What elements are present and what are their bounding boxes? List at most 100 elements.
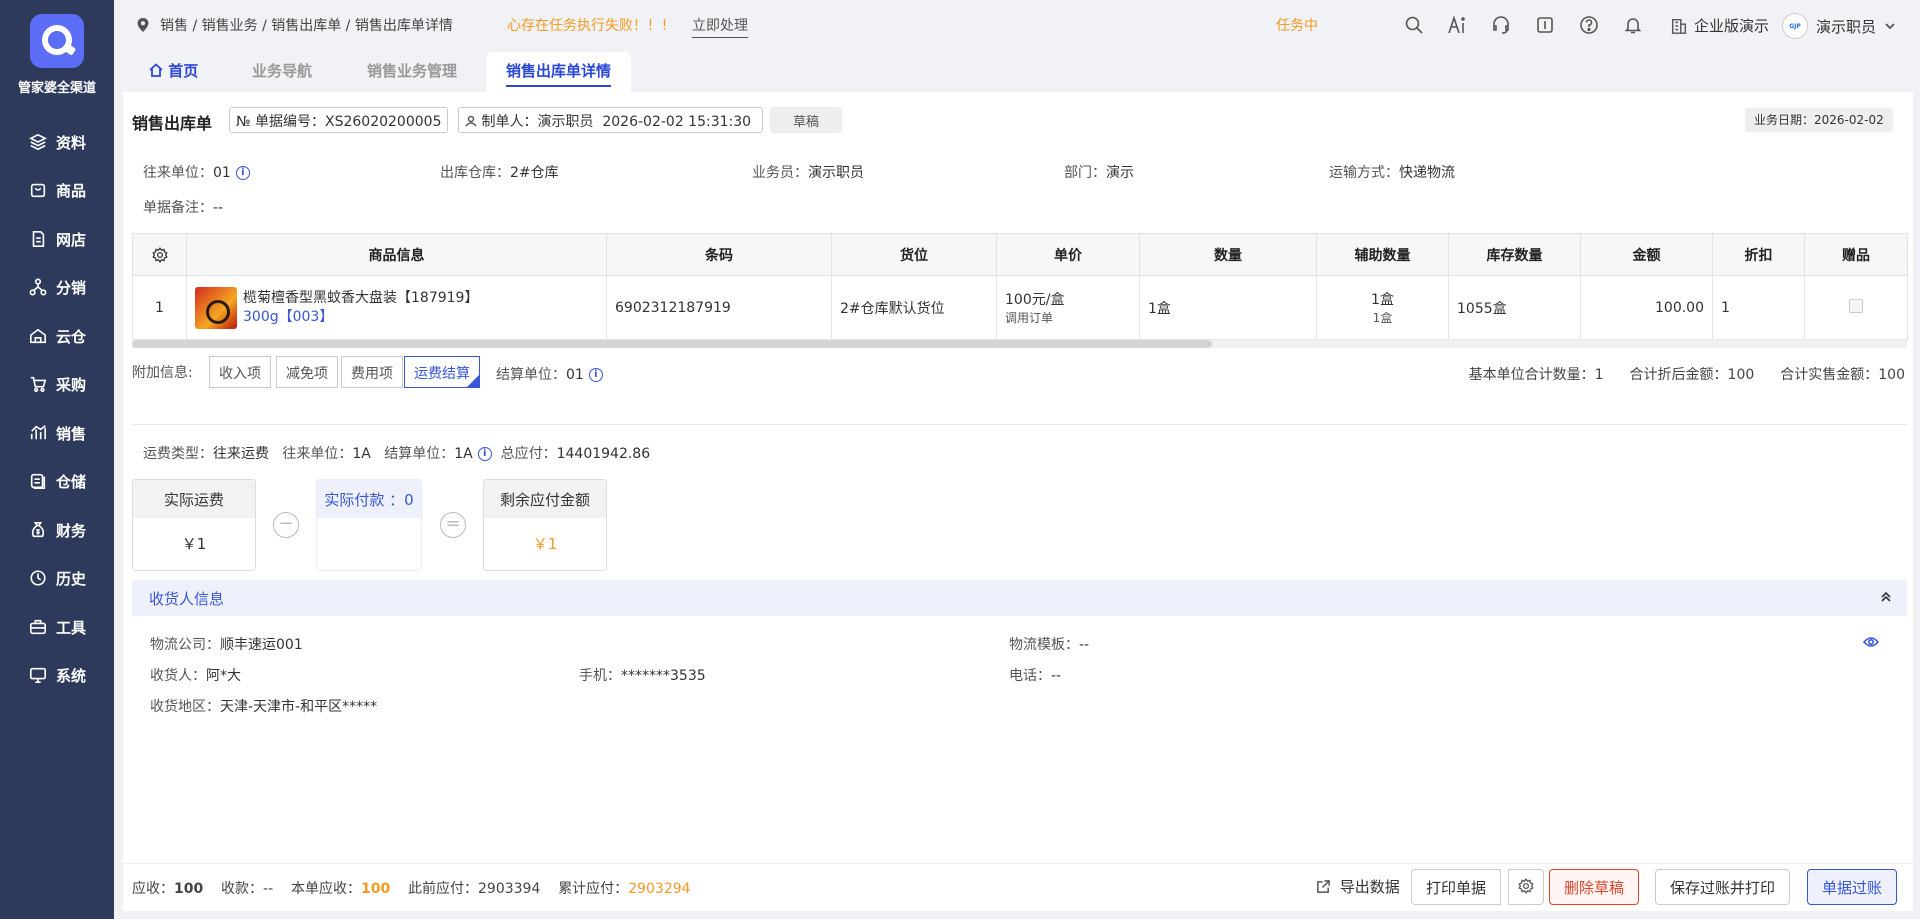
chevron-down-icon [1885,23,1895,30]
customer-service-icon[interactable] [1491,15,1511,35]
sidebar-item-finance[interactable]: 财务 [0,512,114,548]
print-button[interactable]: 打印单据 [1411,869,1502,905]
avatar: GJP [1782,13,1808,39]
tab-expense[interactable]: 费用项 [341,356,403,388]
minus-icon: − [273,512,299,538]
info-icon[interactable]: i [477,447,492,461]
product-spec: 300g【003】 [243,308,334,325]
sidebar-item-purchase[interactable]: 采购 [0,366,114,402]
tab-sales-outbound-detail[interactable]: 销售出库单详情 [486,52,632,92]
notification-bell-icon[interactable] [1623,15,1643,35]
manual-book-icon[interactable] [1535,15,1555,35]
sidebar-item-history[interactable]: 历史 [0,560,114,596]
template-field: 物流模板：-- [1009,637,1090,653]
post-document-button[interactable]: 单据过账 [1807,869,1898,905]
sidebar-item-storage[interactable]: 仓储 [0,463,114,499]
col-header[interactable]: 金额 [1580,233,1713,276]
sales-chart-icon [30,425,47,440]
cart-icon [30,376,47,393]
save-post-print-button[interactable]: 保存过账并打印 [1655,869,1791,905]
ai-assistant-icon[interactable] [1447,15,1467,35]
consignee-header[interactable]: 收货人信息 [132,580,1907,616]
task-failure-warning: 心存在任务执行失败！！！ [507,18,675,34]
region-field: 收货地区：天津-天津市-和平区***** [150,699,378,715]
tab-home[interactable]: 首页 [129,52,218,92]
sidebar-item-cloud-warehouse[interactable]: 云仓 [0,318,114,354]
summary-bar: 基本单位合计数量：1 合计折后金额：100 合计实售金额：100 [1469,364,1905,384]
sum-actual-sale: 合计实售金额：100 [1780,367,1905,383]
eye-icon[interactable] [1863,635,1879,649]
location-pin-icon [137,18,149,32]
col-header[interactable]: 商品信息 [186,233,607,276]
tab-freight-settlement[interactable]: 运费结算 [404,356,480,388]
horizontal-scrollbar[interactable] [132,340,1907,348]
history-icon [30,570,46,586]
toolbox-icon [29,619,47,635]
col-header[interactable]: 单价 [996,233,1140,276]
handle-now-link[interactable]: 立即处理 [692,15,748,38]
delete-draft-button[interactable]: 删除草稿 [1549,869,1640,905]
attach-label: 附加信息: [132,365,193,381]
main-panel: 销售出库单 № 单据编号：XS26020200005 制单人：演示职员 2026… [123,92,1913,910]
price-cell: 100元/盒 调用订单 [996,275,1140,340]
col-header[interactable]: 数量 [1139,233,1317,276]
sidebar-item-distribution[interactable]: 分销 [0,269,114,305]
row-index: 1 [132,275,187,340]
chevron-double-up-icon[interactable] [1879,590,1893,604]
sidebar-item-system[interactable]: 系统 [0,657,114,693]
col-header[interactable]: 辅助数量 [1316,233,1449,276]
product-cell[interactable]: 榄菊檀香型黑蚊香大盘装【187919】 300g【003】 [186,275,607,340]
page-tabs: 首页 业务导航 销售业务管理 销售出库单详情 [114,52,1920,92]
department-field: 部门：演示 [1064,165,1134,181]
tab-income[interactable]: 收入项 [209,356,271,388]
app-logo[interactable] [30,14,84,68]
document-icon [32,230,45,248]
partner-field: 往来单位：01 i [143,162,250,182]
sidebar-item-goods[interactable]: 商品 [0,172,114,208]
product-image[interactable] [195,286,237,329]
sidebar-item-tools[interactable]: 工具 [0,609,114,645]
help-icon[interactable] [1579,15,1599,35]
goods-table: 商品信息 条码 货位 单价 数量 辅助数量 库存数量 金额 折扣 赠品 1 榄菊… [132,233,1908,340]
tab-business-nav[interactable]: 业务导航 [232,52,332,92]
amount-cell: 100.00 [1580,275,1713,340]
search-icon[interactable] [1404,15,1424,35]
business-date: 业务日期：2026-02-02 [1745,108,1893,132]
scrollbar-thumb[interactable] [132,340,1212,348]
user-menu[interactable]: GJP 演示职员 [1782,13,1896,39]
edition-switch[interactable]: 企业版演示 [1670,15,1769,36]
sidebar-item-store[interactable]: 网店 [0,221,114,257]
sidebar-item-sales[interactable]: 销售 [0,415,114,451]
selected-corner-mark [467,375,479,387]
col-header[interactable]: 货位 [831,233,997,276]
col-header[interactable]: 条码 [606,233,832,276]
info-icon[interactable]: i [588,368,603,382]
col-header[interactable]: 赠品 [1804,233,1908,276]
doc-number-chip: № 单据编号：XS26020200005 [229,107,449,133]
col-header[interactable]: 折扣 [1712,233,1805,276]
stock-cell: 1055盒 [1448,275,1581,340]
sidebar: 管家婆全渠道 资料 商品 网店 分销 云仓 采购 销售 仓储 财务 历史 工具 … [0,0,114,919]
col-header[interactable]: 库存数量 [1448,233,1581,276]
tab-sales-management[interactable]: 销售业务管理 [347,52,477,92]
task-status[interactable]: 任务中 [1276,15,1318,35]
export-data-button[interactable]: 导出数据 [1312,869,1414,905]
freight-summary: 运费类型：往来运费 往来单位：1A 结算单位：1A i 总应付：14401942.… [143,446,651,462]
print-settings-button[interactable] [1508,869,1544,905]
gear-icon [151,246,168,263]
discount-cell: 1 [1712,275,1805,340]
sum-base-qty: 基本单位合计数量：1 [1468,367,1604,383]
logistics-field: 物流公司：顺丰速运001 [150,637,303,653]
sidebar-item-data[interactable]: 资料 [0,124,114,160]
location-cell: 2#仓库默认货位 [831,275,997,340]
tab-deduction[interactable]: 减免项 [276,356,338,388]
gift-checkbox[interactable] [1849,298,1863,313]
building-icon [1671,18,1687,34]
network-icon [29,278,47,296]
column-settings[interactable] [132,233,187,276]
mobile-field: 手机：*******3535 [579,668,706,684]
breadcrumb: 销售 / 销售业务 / 销售出库单 / 销售出库单详情 [136,15,453,35]
table-row[interactable]: 1 榄菊檀香型黑蚊香大盘装【187919】 300g【003】 69023121… [132,275,1908,340]
status-badge: 草稿 [770,107,842,133]
info-icon[interactable]: i [235,166,250,180]
